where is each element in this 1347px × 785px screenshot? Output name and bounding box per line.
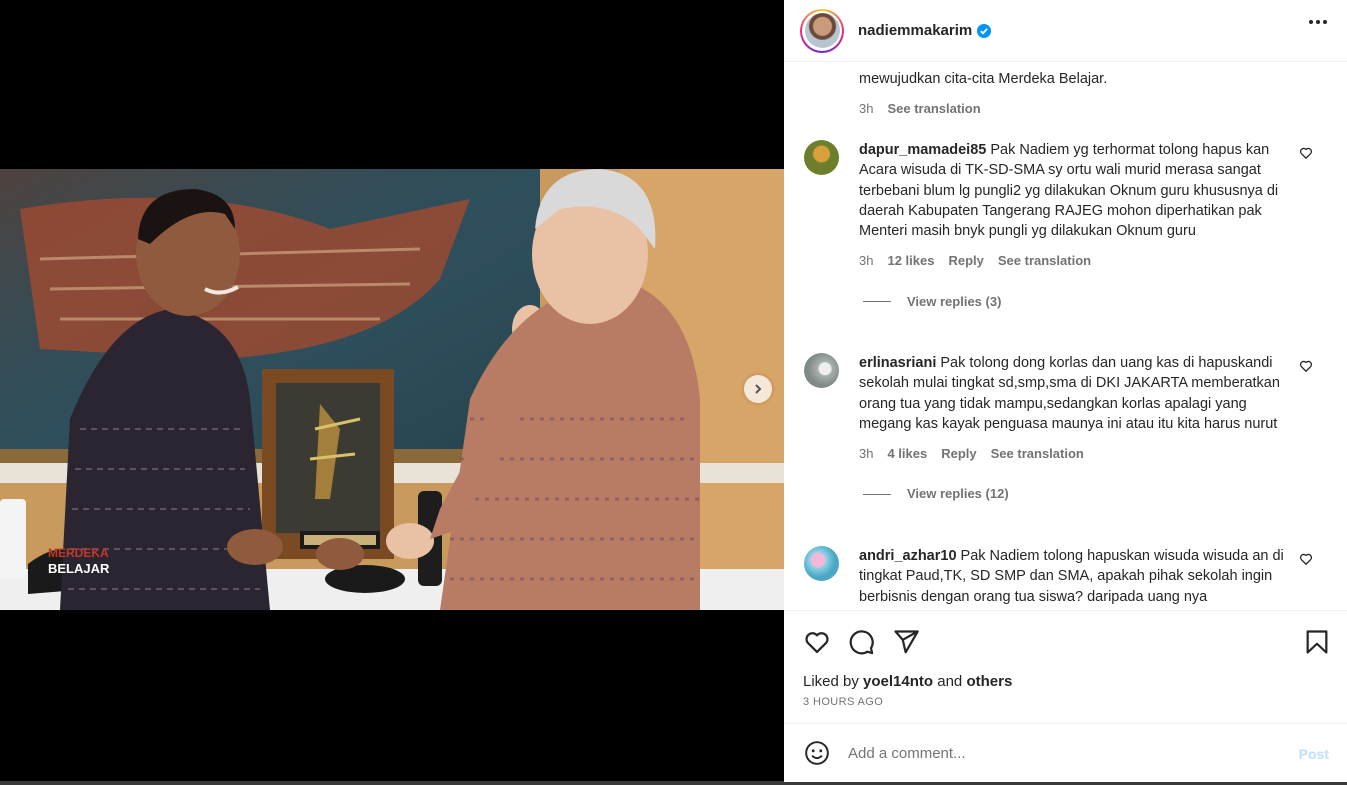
liked-by-prefix: Liked by [803, 673, 859, 690]
comment-body: dapur_mamadei85 Pak Nadiem yg terhormat t… [859, 140, 1297, 312]
post-header: nadiemmakarim [784, 0, 1347, 62]
cap-logo-text-1: MERDEKA [48, 546, 109, 560]
heart-icon[interactable] [1299, 552, 1313, 566]
carousel-next-button[interactable] [744, 375, 772, 403]
bookmark-icon[interactable] [1303, 628, 1331, 656]
comment-body: erlinasriani Pak tolong dong korlas dan u… [859, 353, 1297, 505]
caption: mewujudkan cita-cita Merdeka Belajar. 3h… [859, 63, 1299, 119]
liked-by-user[interactable]: yoel14nto [863, 673, 933, 690]
reply-button[interactable]: Reply [941, 444, 976, 464]
comment-likes[interactable]: 12 likes [887, 251, 934, 271]
comments-list: mewujudkan cita-cita Merdeka Belajar. 3h… [784, 63, 1347, 610]
commenter-avatar[interactable] [804, 546, 839, 581]
heart-icon[interactable] [1299, 359, 1313, 373]
more-options-icon[interactable] [1309, 20, 1327, 24]
view-replies-label: View replies (12) [907, 486, 1009, 502]
share-icon[interactable] [892, 628, 920, 656]
author-avatar[interactable] [800, 8, 844, 53]
post-actions-bar [784, 610, 1347, 668]
cap-logo-text-2: BELAJAR [48, 561, 110, 576]
liked-by-others[interactable]: others [966, 673, 1012, 690]
photo-illustration: MERDEKA BELAJAR [0, 169, 784, 610]
commenter-username[interactable]: dapur_mamadei85 [859, 142, 986, 158]
emoji-icon[interactable] [804, 740, 830, 766]
view-replies-button[interactable]: View replies (3) [863, 292, 1297, 312]
heart-icon[interactable] [1299, 146, 1313, 160]
view-replies-label: View replies (3) [907, 293, 1002, 309]
caption-see-translation[interactable]: See translation [887, 99, 980, 119]
liked-by-line: Liked by yoel14nto and others [803, 673, 1012, 690]
media-viewer: MERDEKA BELAJAR [0, 0, 784, 785]
heart-icon[interactable] [803, 628, 831, 656]
verified-badge-icon [977, 23, 992, 38]
comment-icon[interactable] [847, 628, 875, 656]
commenter-username[interactable]: erlinasriani [859, 355, 936, 371]
comment-meta: 3h 12 likes Reply See translation [859, 251, 1297, 271]
post-timestamp[interactable]: 3 HOURS AGO [803, 696, 883, 708]
author-avatar-photo [804, 13, 840, 48]
commenter-avatar[interactable] [804, 140, 839, 175]
see-translation-button[interactable]: See translation [991, 444, 1084, 464]
liked-by-and: and [937, 673, 963, 690]
see-translation-button[interactable]: See translation [998, 251, 1091, 271]
post-photo: MERDEKA BELAJAR [0, 169, 784, 610]
caption-text: mewujudkan cita-cita Merdeka Belajar. [859, 71, 1108, 87]
post-comment-button[interactable]: Post [1299, 746, 1329, 762]
reply-button[interactable]: Reply [948, 251, 983, 271]
comment-input[interactable] [848, 744, 1268, 762]
add-comment-bar: Post [784, 723, 1347, 782]
comment-meta: 3h 4 likes Reply See translation [859, 444, 1297, 464]
commenter-username[interactable]: andri_azhar10 [859, 548, 957, 564]
view-replies-button[interactable]: View replies (12) [863, 484, 1297, 504]
commenter-avatar[interactable] [804, 353, 839, 388]
comment-likes[interactable]: 4 likes [887, 444, 927, 464]
comment-time: 3h [859, 253, 874, 269]
caption-time: 3h [859, 101, 874, 116]
post-details-panel: nadiemmakarim mewujudkan cita-cita Merde… [784, 0, 1347, 782]
author-username[interactable]: nadiemmakarim [858, 22, 972, 39]
comment-body: andri_azhar10 Pak Nadiem tolong hapuskan … [859, 546, 1297, 607]
comment-time: 3h [859, 446, 874, 462]
chevron-right-icon [755, 384, 762, 394]
caption-meta: 3h See translation [859, 99, 1299, 119]
